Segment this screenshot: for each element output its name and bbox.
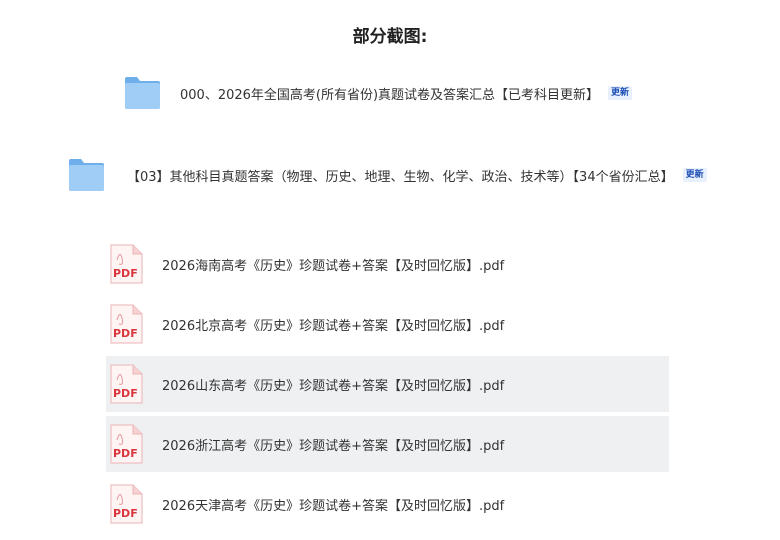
folder-icon bbox=[124, 76, 161, 110]
file-row[interactable]: PDF 2026天津高考《历史》珍题试卷+答案【及时回忆版】.pdf bbox=[106, 476, 669, 532]
file-row[interactable]: PDF 2026北京高考《历史》珍题试卷+答案【及时回忆版】.pdf bbox=[106, 296, 669, 352]
pdf-icon-text: PDF bbox=[113, 507, 138, 520]
folder-label: 000、2026年全国高考(所有省份)真题试卷及答案汇总【已考科目更新】 bbox=[180, 87, 600, 103]
folder-item-other-subjects[interactable]: 【03】其他科目真题答案（物理、历史、地理、生物、化学、政治、技术等）【34个省… bbox=[68, 158, 707, 192]
pdf-icon-text: PDF bbox=[113, 327, 138, 340]
pdf-file-icon: PDF bbox=[109, 304, 143, 344]
file-name: 2026北京高考《历史》珍题试卷+答案【及时回忆版】.pdf bbox=[162, 318, 505, 334]
file-name: 2026海南高考《历史》珍题试卷+答案【及时回忆版】.pdf bbox=[162, 258, 505, 274]
file-row[interactable]: PDF 2026山东高考《历史》珍题试卷+答案【及时回忆版】.pdf bbox=[106, 356, 669, 412]
folder-icon bbox=[68, 158, 105, 192]
pdf-file-icon: PDF bbox=[109, 484, 143, 524]
folder-label: 【03】其他科目真题答案（物理、历史、地理、生物、化学、政治、技术等）【34个省… bbox=[127, 169, 674, 185]
page-title: 部分截图: bbox=[352, 27, 428, 47]
file-list: PDF 2026海南高考《历史》珍题试卷+答案【及时回忆版】.pdf PDF 2… bbox=[106, 236, 669, 536]
file-name: 2026天津高考《历史》珍题试卷+答案【及时回忆版】.pdf bbox=[162, 498, 505, 514]
pdf-file-icon: PDF bbox=[109, 424, 143, 464]
pdf-icon-text: PDF bbox=[113, 267, 138, 280]
file-name: 2026山东高考《历史》珍题试卷+答案【及时回忆版】.pdf bbox=[162, 378, 505, 394]
update-badge: 更新 bbox=[682, 168, 707, 182]
pdf-icon-text: PDF bbox=[113, 387, 138, 400]
update-badge: 更新 bbox=[608, 86, 633, 100]
folder-item-national-exams[interactable]: 000、2026年全国高考(所有省份)真题试卷及答案汇总【已考科目更新】 更新 bbox=[124, 76, 633, 110]
file-name: 2026浙江高考《历史》珍题试卷+答案【及时回忆版】.pdf bbox=[162, 438, 505, 454]
pdf-file-icon: PDF bbox=[109, 364, 143, 404]
file-row[interactable]: PDF 2026浙江高考《历史》珍题试卷+答案【及时回忆版】.pdf bbox=[106, 416, 669, 472]
file-row[interactable]: PDF 2026海南高考《历史》珍题试卷+答案【及时回忆版】.pdf bbox=[106, 236, 669, 292]
pdf-icon-text: PDF bbox=[113, 447, 138, 460]
pdf-file-icon: PDF bbox=[109, 244, 143, 284]
